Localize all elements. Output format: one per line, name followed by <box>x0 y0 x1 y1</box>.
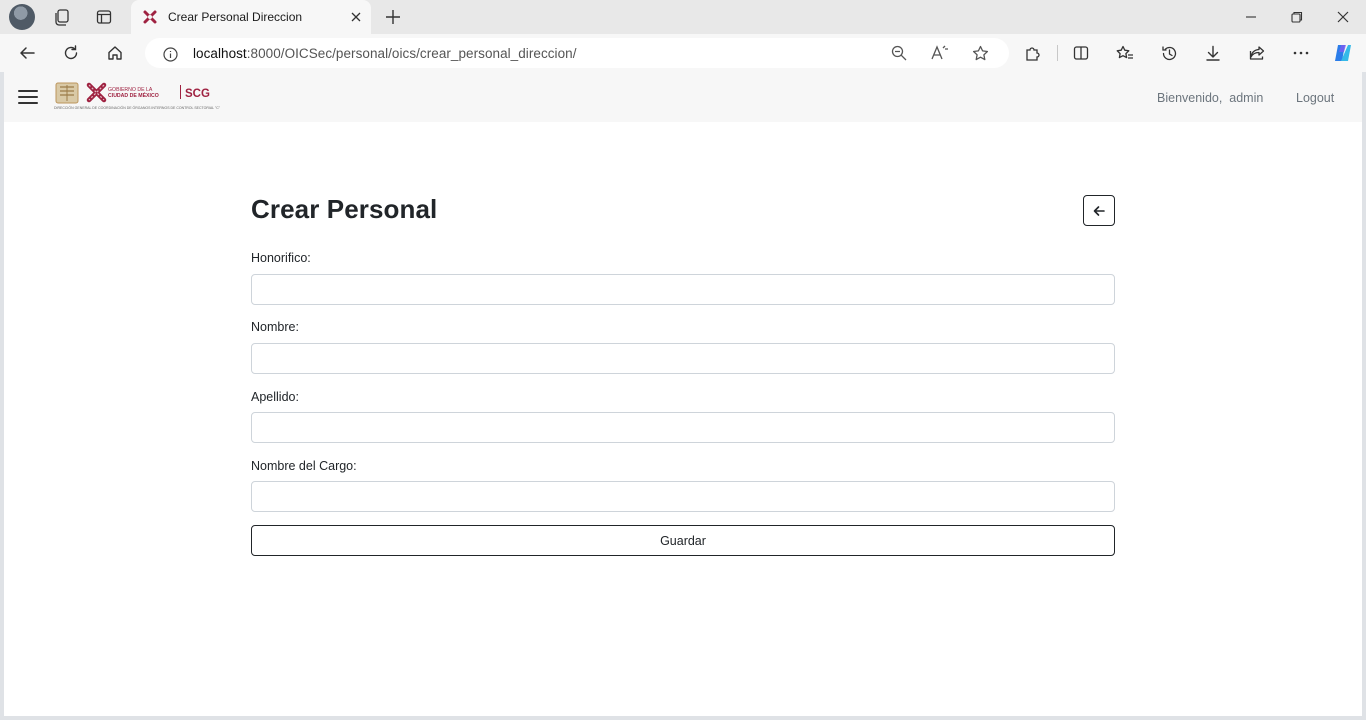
browser-toolbar: localhost:8000/OICSec/personal/oics/crea… <box>0 34 1366 72</box>
history-icon[interactable] <box>1159 43 1179 63</box>
tab-actions-icon[interactable] <box>93 7 115 27</box>
extensions-icon[interactable] <box>1023 43 1043 63</box>
copilot-icon[interactable] <box>1331 41 1355 65</box>
home-icon[interactable] <box>105 43 125 63</box>
menu-hamburger-icon[interactable] <box>18 87 38 107</box>
more-icon[interactable] <box>1291 43 1311 63</box>
cdmx-favicon-icon <box>143 10 157 24</box>
plus-icon[interactable] <box>383 7 403 27</box>
cargo-label: Nombre del Cargo: <box>251 459 357 473</box>
active-tab[interactable]: Crear Personal Direccion <box>131 0 371 34</box>
logo-line2: CIUDAD DE MÉXICO <box>108 91 159 99</box>
url-text: localhost:8000/OICSec/personal/oics/crea… <box>193 46 577 61</box>
refresh-icon[interactable] <box>61 43 81 63</box>
window-close-icon[interactable] <box>1333 7 1353 27</box>
logout-link[interactable]: Logout <box>1296 91 1334 105</box>
nombre-label: Nombre: <box>251 320 299 334</box>
split-screen-icon[interactable] <box>1071 43 1091 63</box>
close-icon[interactable] <box>347 8 365 26</box>
apellido-input[interactable] <box>251 412 1115 443</box>
honorifico-label: Honorifico: <box>251 251 311 265</box>
download-icon[interactable] <box>1203 43 1223 63</box>
back-button[interactable] <box>1083 195 1115 226</box>
maximize-icon[interactable] <box>1287 7 1307 27</box>
logo-caption: DIRECCIÓN GENERAL DE COORDINACIÓN DE ÓRG… <box>54 105 220 110</box>
arrow-left-icon <box>1093 205 1105 216</box>
profile-avatar[interactable] <box>9 4 35 30</box>
username: admin <box>1229 91 1264 105</box>
cargo-input[interactable] <box>251 481 1115 512</box>
back-arrow-icon[interactable] <box>17 43 37 63</box>
guardar-button[interactable]: Guardar <box>251 525 1115 556</box>
logo-acronym: SCG <box>185 88 210 100</box>
read-aloud-icon[interactable] <box>930 44 950 62</box>
info-icon[interactable] <box>161 45 179 63</box>
apellido-label: Apellido: <box>251 390 299 404</box>
zoom-icon[interactable] <box>890 44 908 62</box>
browser-tab-bar: Crear Personal Direccion <box>0 0 1366 34</box>
welcome-text: Bienvenido, <box>1157 91 1223 105</box>
toolbar-divider <box>1057 45 1058 61</box>
welcome-message: Bienvenido, admin <box>1157 91 1263 105</box>
page-title: Crear Personal <box>251 194 438 224</box>
tab-title: Crear Personal Direccion <box>168 10 303 24</box>
address-bar[interactable]: localhost:8000/OICSec/personal/oics/crea… <box>145 38 1009 68</box>
minimize-icon[interactable] <box>1241 7 1261 27</box>
url-path: :8000/OICSec/personal/oics/crear_persona… <box>246 46 577 61</box>
workspaces-icon[interactable] <box>51 7 73 27</box>
nombre-input[interactable] <box>251 343 1115 374</box>
share-icon[interactable] <box>1247 43 1267 63</box>
honorifico-input[interactable] <box>251 274 1115 305</box>
site-navbar: GOBIERNO DE LA CIUDAD DE MÉXICO SCG DIRE… <box>4 72 1362 122</box>
web-page: GOBIERNO DE LA CIUDAD DE MÉXICO SCG DIRE… <box>4 72 1362 716</box>
favorite-star-icon[interactable] <box>970 44 990 62</box>
favorites-icon[interactable] <box>1115 43 1135 63</box>
url-host: localhost <box>193 46 247 61</box>
scg-logo[interactable]: GOBIERNO DE LA CIUDAD DE MÉXICO SCG DIRE… <box>54 81 222 113</box>
